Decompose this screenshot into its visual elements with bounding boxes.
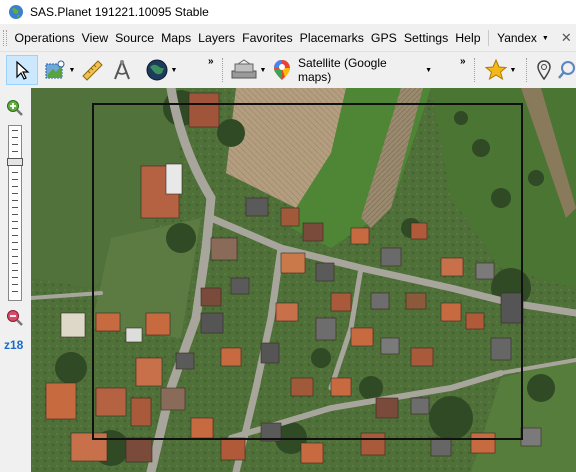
placemark-button[interactable] [532,55,556,85]
chevron-down-icon: ▼ [425,66,432,74]
zoom-slider-tick [12,249,18,250]
chevron-down-icon: ▼ [170,66,178,74]
zoom-slider-tick [12,158,18,159]
zoom-slider-tick [12,291,18,292]
zoom-slider-tick [12,137,18,138]
zoom-panel: z18 [0,88,30,472]
toolbar-grip[interactable] [222,58,225,82]
zoom-slider-tick [12,144,18,145]
zoom-slider-tick [12,270,18,271]
favorites-button[interactable]: ▼ [480,55,520,85]
earth-icon [9,5,23,19]
zoom-slider-tick [12,221,18,222]
menu-separator [488,30,490,46]
layer-select-button[interactable]: ▼ [40,55,78,85]
close-icon[interactable]: ✕ [561,30,572,46]
search-provider-dropdown[interactable]: Yandex ▼ [493,27,553,49]
ruler-icon [82,60,103,81]
zoom-slider-tick [12,284,18,285]
layer-select-icon [45,60,65,79]
search-button[interactable] [558,55,576,85]
window-title: SAS.Planet 191221.10095 Stable [30,5,209,19]
select-cursor-icon [16,60,30,80]
favorite-star-icon [484,58,507,81]
zoom-slider-tick [12,172,18,173]
menu-bar: Operations View Source Maps Layers Favor… [0,27,576,49]
menu-gps[interactable]: GPS [367,27,400,49]
search-provider-label: Yandex [497,31,537,45]
menubar-grip[interactable] [3,30,7,46]
menu-favorites[interactable]: Favorites [239,27,297,49]
ruler-button[interactable] [78,55,106,85]
current-map-label: Satellite (Google maps) [297,56,387,84]
zoom-out-icon[interactable] [6,309,24,327]
toolbar-grip-3[interactable] [526,58,529,82]
globe-button[interactable]: ▼ [140,55,182,85]
menu-settings[interactable]: Settings [400,27,451,49]
menu-operations[interactable]: Operations [11,27,78,49]
zoom-slider-tick [12,263,18,264]
zoom-slider-tick [12,151,18,152]
zoom-slider-tick [12,179,18,180]
satellite-map-image [31,88,576,472]
menu-view[interactable]: View [78,27,111,49]
toolbar-grip-2[interactable] [474,58,477,82]
placemark-icon [537,60,551,81]
menu-maps[interactable]: Maps [158,27,195,49]
zoom-slider[interactable] [7,125,23,301]
zoom-slider-tick [12,193,18,194]
zoom-slider-tick [12,165,18,166]
zoom-slider-tick [12,242,18,243]
menu-help[interactable]: Help [452,27,484,49]
satellite-icon [231,59,257,79]
toolbar-more-icon[interactable]: » [208,56,213,67]
globe-icon [146,59,168,81]
main-toolbar: ▼ ▼ » ▼ Satellite (Google maps) ▼ » ▼ [0,51,576,87]
select-cursor-button[interactable] [6,55,38,85]
map-source-dropdown[interactable]: Satellite (Google maps) ▼ [272,55,432,85]
zoom-level-label: z18 [4,338,24,352]
compass-icon [114,60,130,80]
menu-source[interactable]: Source [112,27,158,49]
search-icon [558,61,575,79]
zoom-in-icon[interactable] [6,99,24,117]
menu-layers[interactable]: Layers [195,27,239,49]
chevron-down-icon: ▼ [259,66,267,74]
zoom-slider-tick [12,256,18,257]
zoom-slider-tick [12,200,18,201]
compass-button[interactable] [108,55,136,85]
google-maps-icon [273,60,290,80]
zoom-slider-tick [12,277,18,278]
toolbar-more-icon-2[interactable]: » [460,56,465,67]
zoom-slider-tick [12,130,18,131]
chevron-down-icon: ▼ [509,66,517,74]
chevron-down-icon: ▼ [541,34,549,42]
menu-placemarks[interactable]: Placemarks [296,27,367,49]
satellite-button[interactable]: ▼ [228,55,268,85]
zoom-slider-tick [12,207,18,208]
zoom-slider-tick [12,214,18,215]
title-bar: SAS.Planet 191221.10095 Stable [0,0,576,24]
chevron-down-icon: ▼ [68,66,76,74]
zoom-slider-tick [12,186,18,187]
zoom-slider-tick [12,228,18,229]
map-view[interactable] [31,88,576,472]
zoom-slider-tick [12,235,18,236]
